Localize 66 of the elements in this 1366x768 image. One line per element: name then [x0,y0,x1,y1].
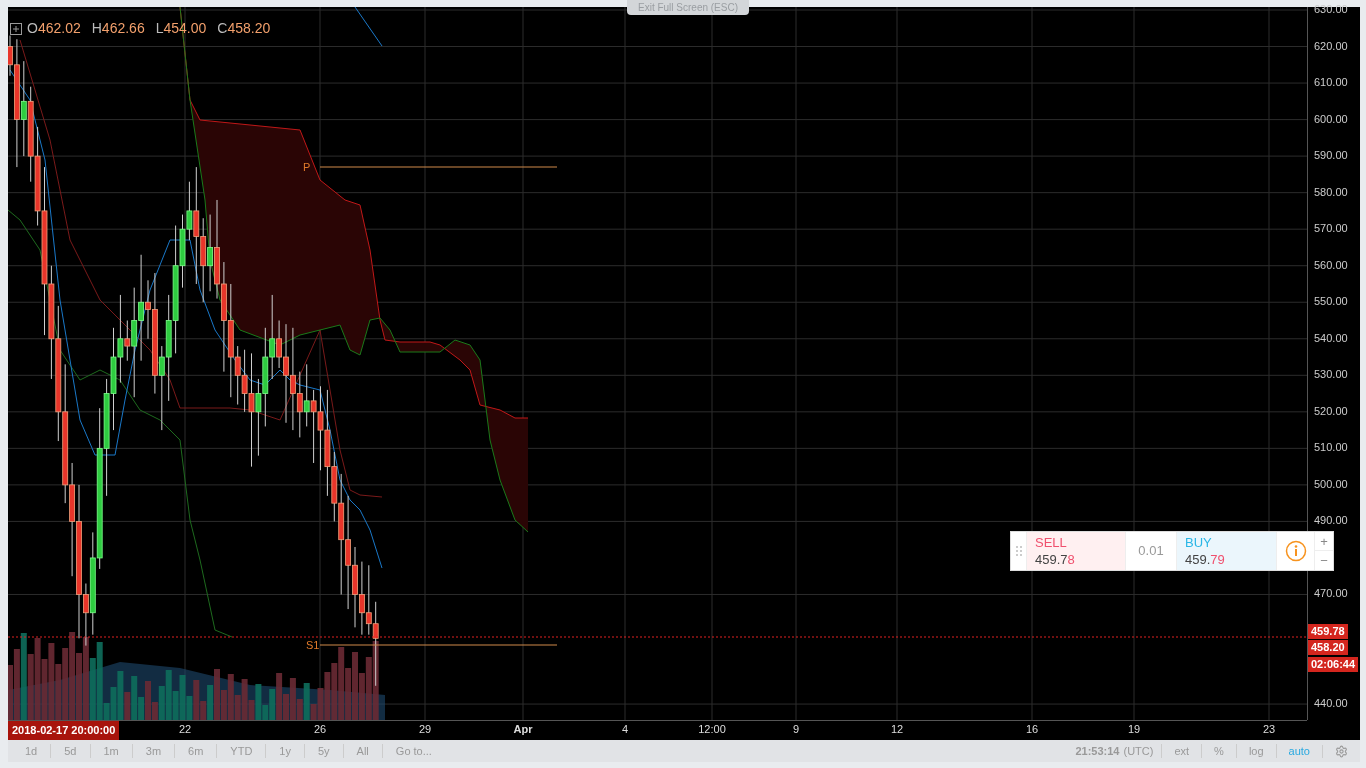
time-axis-label: 16 [1025,724,1039,735]
price-axis-label: 520.00 [1314,405,1348,417]
scale-button[interactable]: log [1235,744,1276,758]
price-axis-label: 440.00 [1314,698,1348,710]
pivot-label: P [303,162,311,173]
price-axis-label: 580.00 [1314,186,1348,198]
spread-value: 0.01 [1137,542,1165,561]
ohlc-value: 458.20 [227,19,271,38]
time-axis-label: 29 [418,724,432,735]
range-button[interactable]: 1y [266,744,305,758]
price-axis-label: 550.00 [1314,296,1348,308]
price-axis-label: 470.00 [1314,588,1348,600]
price-axis-label: 510.00 [1314,442,1348,454]
price-axis-label: 590.00 [1314,150,1348,162]
price-axis-label: 530.00 [1314,369,1348,381]
expand-icon[interactable] [10,22,22,35]
time-axis-label: 22 [178,724,192,735]
info-icon[interactable] [1284,540,1307,562]
time-axis-label: 23 [1262,724,1276,735]
ohlc-value: 454.00 [163,19,207,38]
time-axis-label: 12 [890,724,904,735]
cursor-time-label: 2018-02-17 20:00:00 [8,721,120,740]
ohlc-value: 462.66 [101,19,145,38]
range-button[interactable]: All [343,744,383,758]
time-axis-label: 19 [1127,724,1141,735]
time-axis-label: 4 [621,724,629,735]
timezone-label: (UTC) [1123,743,1154,759]
time-axis-label: 9 [792,724,800,735]
price-marker: 458.20 [1308,640,1348,655]
scale-button[interactable]: % [1201,744,1236,758]
price-marker: 459.78 [1308,624,1348,639]
goto-button[interactable]: Go to... [382,744,445,758]
ohlc-value: 462.02 [37,19,81,38]
time-axis-label: 26 [313,724,327,735]
exit-fullscreen-button[interactable]: Exit Full Screen (ESC) [627,0,749,15]
ohlc-letter: L [155,19,164,38]
scale-button[interactable]: ext [1161,744,1202,758]
clock-time: 21:53:14 [1075,743,1120,759]
time-axis-label: 12:00 [698,724,726,735]
countdown-marker: 02:06:44 [1308,657,1359,672]
scale-button[interactable]: auto [1275,744,1322,758]
range-button[interactable]: 3m [132,744,176,758]
price-axis-label: 610.00 [1314,77,1348,89]
time-axis-label: Apr [513,724,533,735]
range-button[interactable]: 1m [90,744,133,758]
ohlc-letter: C [217,19,228,38]
price-axis-label: 560.00 [1314,259,1348,271]
ohlc-letter: O [27,19,38,38]
ohlc-letter: H [91,19,102,38]
range-button[interactable]: 5d [51,744,91,758]
range-button[interactable]: YTD [217,744,267,758]
price-axis-label: 540.00 [1314,332,1348,344]
range-button[interactable]: 5y [304,744,344,758]
price-axis-label: 620.00 [1314,40,1348,52]
settings-icon[interactable] [1335,744,1348,758]
range-button[interactable]: 1d [12,744,52,758]
zoom-out-button[interactable]: − [1315,551,1333,570]
price-axis-label: 570.00 [1314,223,1348,235]
price-axis-label: 500.00 [1314,478,1348,490]
pivot-label: S1 [306,640,320,651]
range-button[interactable]: 6m [175,744,218,758]
zoom-in-button[interactable]: + [1315,532,1333,551]
sell-button[interactable]: SELL 459.78 [1026,532,1126,570]
price-axis-label: 600.00 [1314,113,1348,125]
buy-button[interactable]: BUY 459.79 [1176,532,1277,570]
price-axis-label: 490.00 [1314,515,1348,527]
